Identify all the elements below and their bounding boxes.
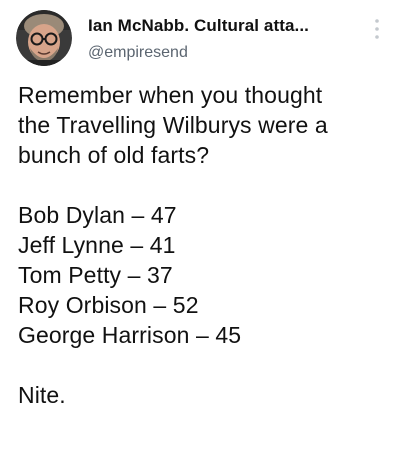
tweet-card: Ian McNabb. Cultural atta... @empiresend…: [0, 0, 400, 454]
tweet-text-line: the Travelling Wilburys were a: [18, 112, 328, 138]
tweet-text-line: bunch of old farts?: [18, 142, 210, 168]
tweet-header: Ian McNabb. Cultural atta... @empiresend: [16, 8, 384, 68]
tweet-body: Remember when you thought the Travelling…: [18, 80, 388, 410]
tweet-list-line: George Harrison – 45: [18, 322, 242, 348]
tweet-sign-off: Nite.: [18, 382, 66, 408]
tweet-list-line: Roy Orbison – 52: [18, 292, 199, 318]
tweet-list-line: Jeff Lynne – 41: [18, 232, 176, 258]
tweet-text-line: Remember when you thought: [18, 82, 323, 108]
more-vertical-icon[interactable]: [374, 18, 380, 40]
tweet-list-line: Tom Petty – 37: [18, 262, 173, 288]
avatar-photo-icon: [16, 10, 72, 66]
author-handle[interactable]: @empiresend: [88, 44, 309, 62]
avatar[interactable]: [16, 10, 72, 66]
author-display-name[interactable]: Ian McNabb. Cultural atta...: [88, 16, 309, 36]
author-names: Ian McNabb. Cultural atta... @empiresend: [88, 16, 309, 62]
tweet-list-line: Bob Dylan – 47: [18, 202, 177, 228]
